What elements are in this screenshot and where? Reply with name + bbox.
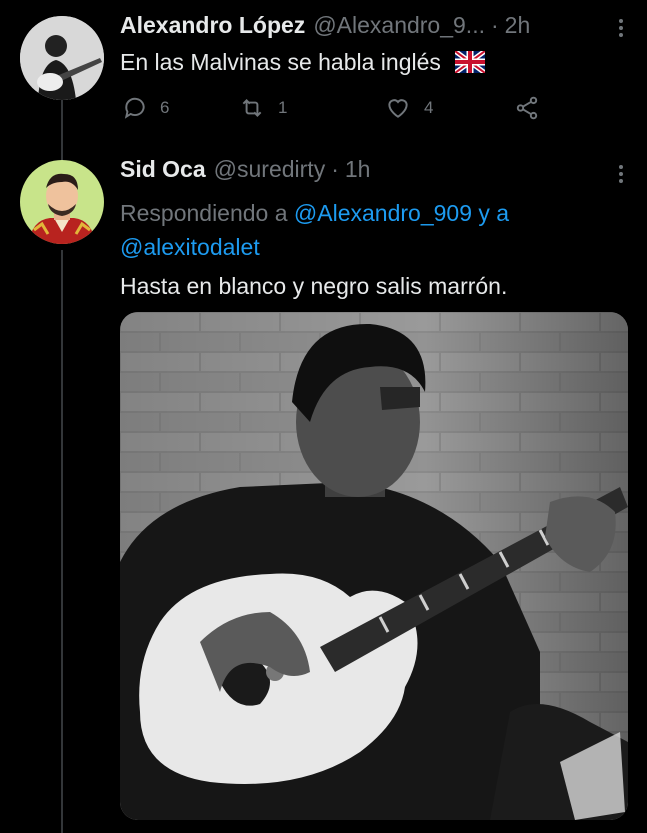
mention-link[interactable]: @Alexandro_909: [294, 200, 472, 226]
tweet-photo[interactable]: [120, 312, 628, 820]
tweet-text: En las Malvinas se habla inglés: [120, 46, 487, 81]
replying-to: Respondiendo a @Alexandro_909 y a @alexi…: [120, 200, 510, 260]
reply-button[interactable]: 6: [122, 95, 169, 121]
heart-icon: [388, 99, 408, 118]
reply-count: 6: [160, 98, 170, 117]
tweet-alexandro[interactable]: Alexandro López @Alexandro_9... · 2h En …: [0, 0, 647, 150]
tweet-actions: 6 1 4: [120, 95, 550, 125]
author-name[interactable]: Alexandro López: [120, 12, 305, 39]
timestamp[interactable]: 2h: [505, 12, 531, 39]
author-handle[interactable]: @Alexandro_9...: [313, 12, 485, 39]
retweet-icon: [242, 99, 262, 117]
more-options-icon[interactable]: [617, 162, 625, 186]
like-count: 4: [424, 98, 434, 117]
mention-link[interactable]: @alexitodalet: [120, 234, 260, 260]
avatar[interactable]: [20, 160, 104, 244]
share-button[interactable]: [514, 95, 552, 121]
mention-connector[interactable]: y a: [478, 200, 509, 226]
like-button[interactable]: 4: [384, 95, 433, 121]
share-icon: [516, 96, 538, 120]
uk-flag-icon: [453, 48, 487, 81]
avatar[interactable]: [20, 16, 104, 100]
retweet-button[interactable]: 1: [238, 95, 287, 121]
timestamp[interactable]: 1h: [345, 156, 371, 183]
author-name[interactable]: Sid Oca: [120, 156, 206, 183]
tweet-text: Hasta en blanco y negro salis marrón.: [120, 273, 508, 299]
more-options-icon[interactable]: [617, 16, 625, 40]
author-handle[interactable]: @suredirty: [214, 156, 326, 183]
separator: ·: [331, 156, 339, 182]
reply-icon: [124, 97, 145, 119]
separator: ·: [490, 12, 499, 38]
retweet-count: 1: [278, 98, 288, 117]
